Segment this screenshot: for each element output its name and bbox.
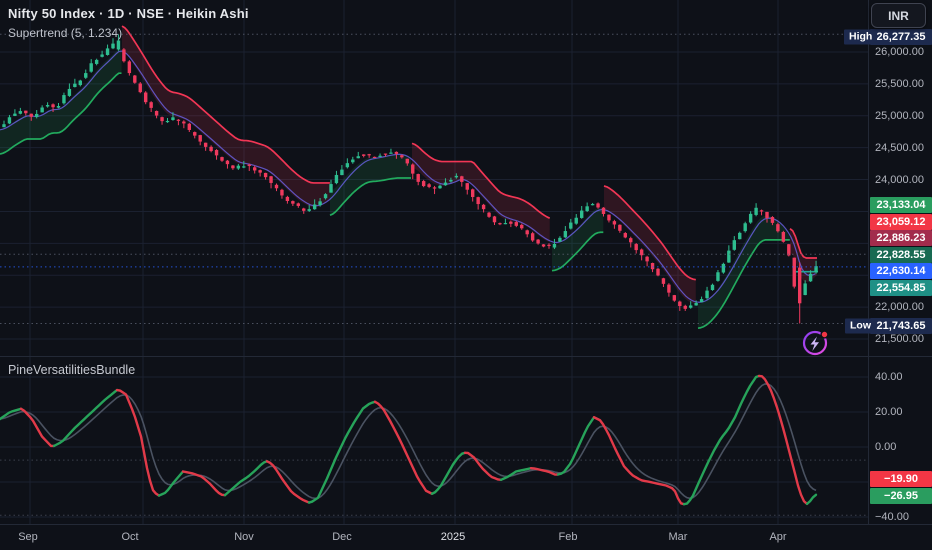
price-tick-label: 24,000.00 (875, 173, 924, 186)
price-tick-label: 26,000.00 (875, 46, 924, 58)
price-axis[interactable]: 26,000.00 25,500.00 25,000.00 24,500.00 24,0… (868, 0, 932, 524)
month-label: 2025 (440, 531, 466, 543)
price-tick-label: 21,500.00 (875, 333, 924, 345)
indicator-axis-badge: 23,133.04 (870, 197, 932, 213)
month-label: Dec (332, 531, 352, 543)
symbol-title[interactable]: Nifty 50 Index · 1D · NSE · Heikin Ashi (8, 6, 249, 21)
tradingview-lightning-logo[interactable] (801, 328, 831, 358)
lightning-icon (802, 330, 829, 356)
chart-plot-area[interactable] (0, 0, 868, 524)
month-label: Nov (234, 531, 254, 543)
price-tick-label: 24,500.00 (875, 141, 924, 154)
high-label-badge: High (844, 29, 878, 44)
supertrend-indicator-label[interactable]: Supertrend (5, 1.234) (8, 26, 122, 40)
indicator-axis-badge: 22,828.55 (870, 246, 932, 263)
indicator-axis-badge: 22,886.23 (870, 230, 932, 246)
oscillator-tick-label: 40.00 (875, 371, 903, 383)
oscillator-tick-label: −40.00 (875, 511, 909, 523)
price-tick-label: 25,000.00 (875, 109, 924, 122)
month-label: Feb (558, 531, 578, 543)
currency-button[interactable]: INR (871, 3, 926, 28)
trading-chart-app: Nifty 50 Index · 1D · NSE · Heikin Ashi … (0, 0, 932, 550)
indicator-axis-badge: 23,059.12 (870, 213, 932, 230)
month-label: Apr (769, 531, 787, 543)
month-label: Oct (121, 531, 139, 543)
month-label: Mar (668, 531, 688, 543)
month-label: Sep (18, 531, 38, 543)
low-label-badge: Low (845, 318, 876, 333)
oscillator-indicator-label[interactable]: PineVersatilitiesBundle (8, 363, 135, 377)
last-price-axis-badge: 22,630.14 (870, 263, 932, 279)
high-value-axis-badge: 26,277.35 (870, 28, 932, 45)
oscillator-tick-label: 20.00 (875, 406, 903, 418)
indicator-axis-badge: 22,554.85 (870, 280, 932, 296)
price-tick-label: 25,500.00 (875, 77, 924, 90)
pane-separator[interactable] (0, 356, 932, 357)
oscillator-value-badge: −26.95 (870, 488, 932, 504)
oscillator-value-badge: −19.90 (870, 471, 932, 487)
low-value-axis-badge: 21,743.65 (870, 317, 932, 334)
time-axis[interactable]: Sep Oct Nov Dec 2025 Feb Mar Apr (0, 524, 932, 550)
oscillator-tick-label: 0.00 (875, 441, 897, 453)
price-tick-label: 22,000.00 (875, 301, 924, 314)
